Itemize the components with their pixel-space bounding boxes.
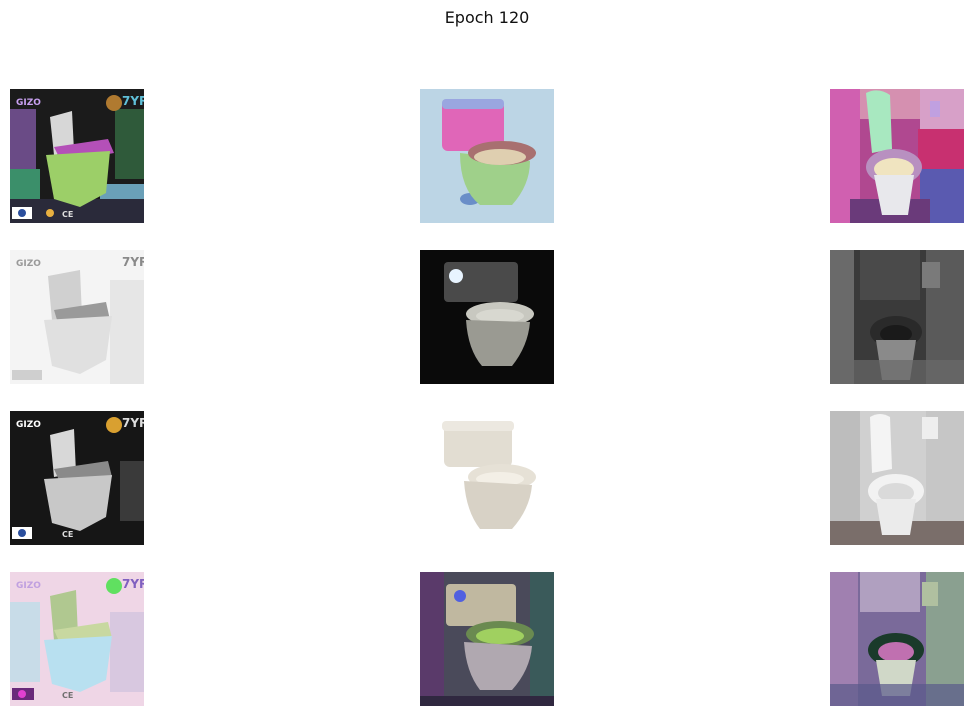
toilet-image xyxy=(420,411,554,545)
toilet-image xyxy=(830,572,964,706)
brand-logo-text: GIZO xyxy=(16,98,41,108)
tile-r2-c2 xyxy=(420,250,554,384)
tile-r4-c2 xyxy=(420,572,554,706)
toilet-image: GIZO 7YR CE xyxy=(10,89,144,223)
tile-r4-c3 xyxy=(830,572,964,706)
tile-r2-c3 xyxy=(830,250,964,384)
tile-r1-c1: GIZO 7YR CE xyxy=(10,89,144,223)
ce-mark-text: CE xyxy=(62,210,73,219)
svg-text:GIZO: GIZO xyxy=(16,581,41,591)
tile-r3-c2 xyxy=(420,411,554,545)
toilet-image: GIZO 7YR CE xyxy=(10,572,144,706)
toilet-image xyxy=(420,89,554,223)
svg-text:CE: CE xyxy=(62,691,73,700)
svg-text:7YR: 7YR xyxy=(122,577,144,591)
toilet-image xyxy=(830,89,964,223)
tile-r3-c1: GIZO 7YR CE xyxy=(10,411,144,545)
toilet-image xyxy=(420,572,554,706)
figure-title: Epoch 120 xyxy=(444,8,530,27)
svg-text:GIZO: GIZO xyxy=(16,259,41,269)
badge-text: 7YR xyxy=(122,94,144,108)
svg-text:7YR: 7YR xyxy=(122,255,144,269)
tile-r1-c3 xyxy=(830,89,964,223)
toilet-image: GIZO 7YR xyxy=(10,250,144,384)
toilet-image xyxy=(420,250,554,384)
svg-text:7YR: 7YR xyxy=(122,416,144,430)
tile-r4-c1: GIZO 7YR CE xyxy=(10,572,144,706)
toilet-image xyxy=(830,250,964,384)
svg-text:CE: CE xyxy=(62,530,73,539)
toilet-image xyxy=(830,411,964,545)
svg-text:GIZO: GIZO xyxy=(16,420,41,430)
tile-r2-c1: GIZO 7YR xyxy=(10,250,144,384)
tile-r3-c3 xyxy=(830,411,964,545)
tile-r1-c2 xyxy=(420,89,554,223)
toilet-image: GIZO 7YR CE xyxy=(10,411,144,545)
